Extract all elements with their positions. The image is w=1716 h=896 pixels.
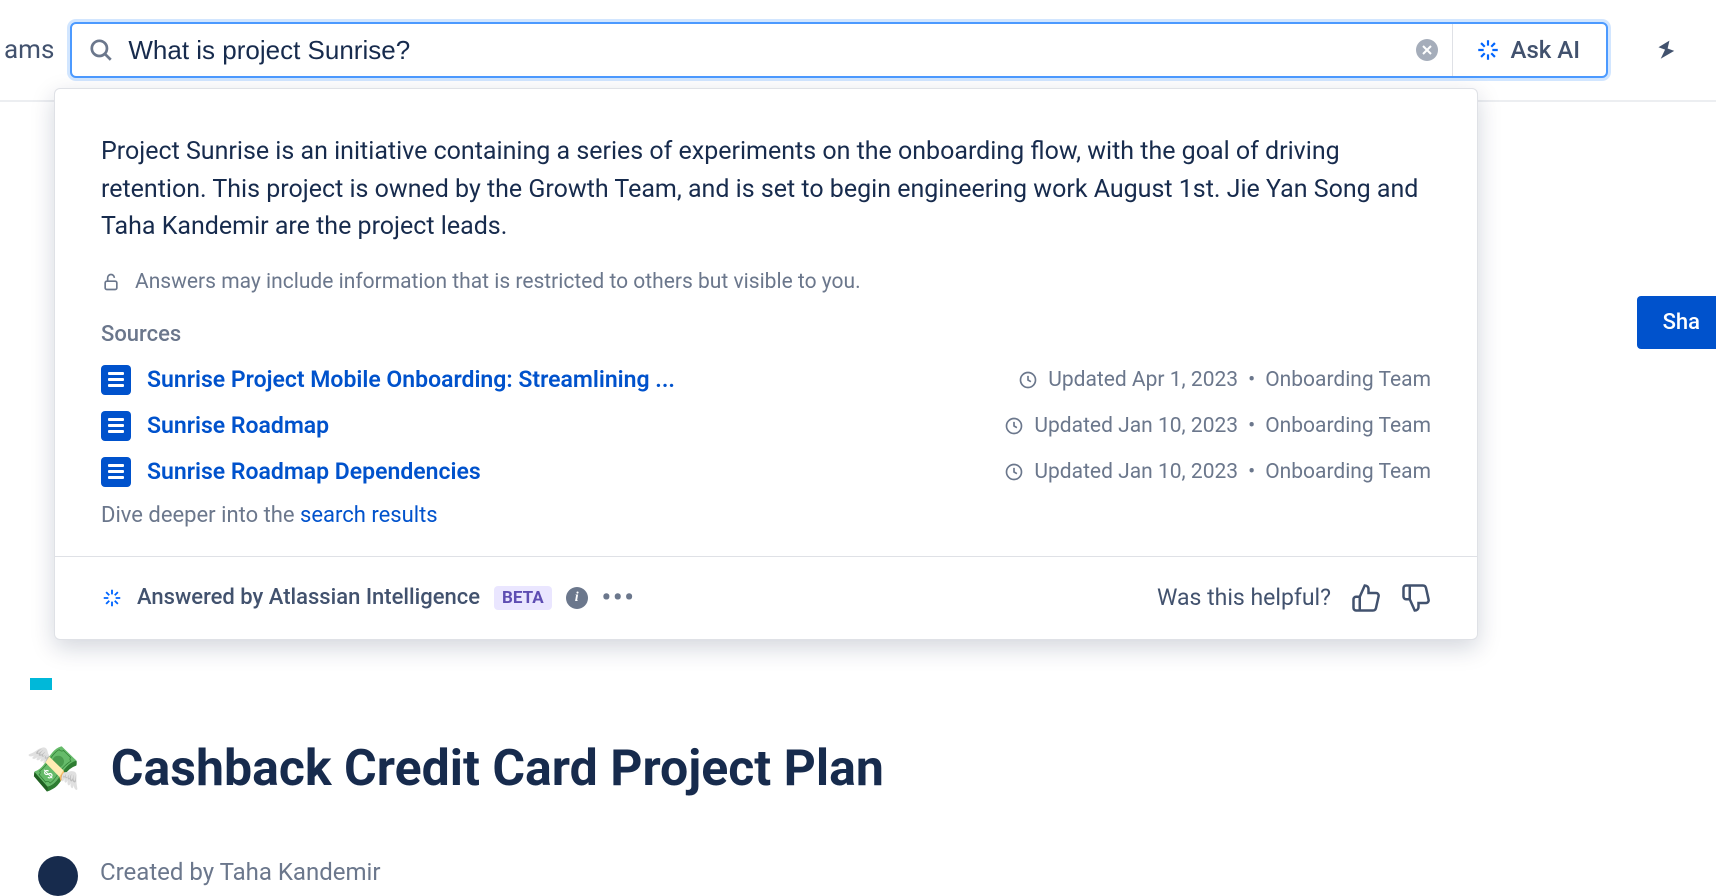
source-meta: Updated Jan 10, 2023•Onboarding Team [1004, 414, 1431, 438]
source-updated: Updated Jan 10, 2023 [1034, 460, 1238, 484]
restricted-notice: Answers may include information that is … [135, 270, 861, 294]
clock-icon [1018, 370, 1038, 390]
search-input[interactable] [114, 35, 1401, 66]
thumbs-up-button[interactable] [1351, 583, 1381, 613]
search-results-link[interactable]: search results [300, 503, 438, 528]
source-space: Onboarding Team [1265, 368, 1431, 392]
document-icon [101, 411, 131, 441]
ai-sparkle-icon [101, 587, 123, 609]
source-title-link[interactable]: Sunrise Roadmap Dependencies [147, 458, 481, 485]
beta-badge: BETA [494, 586, 552, 610]
source-title-link[interactable]: Sunrise Project Mobile Onboarding: Strea… [147, 366, 675, 393]
document-icon [101, 457, 131, 487]
search-bar[interactable]: Ask AI [70, 22, 1608, 78]
money-emoji-icon: 💸 [26, 743, 81, 795]
clock-icon [1004, 462, 1024, 482]
thumbs-down-button[interactable] [1401, 583, 1431, 613]
source-meta: Updated Jan 10, 2023•Onboarding Team [1004, 460, 1431, 484]
clock-icon [1004, 416, 1024, 436]
ask-ai-button[interactable]: Ask AI [1452, 24, 1602, 76]
source-meta: Updated Apr 1, 2023•Onboarding Team [1018, 368, 1431, 392]
source-row[interactable]: Sunrise Roadmap Dependencies Updated Jan … [101, 457, 1431, 487]
nav-item-fragment[interactable]: ams [0, 35, 64, 65]
answered-by-label: Answered by Atlassian Intelligence [137, 585, 480, 610]
source-space: Onboarding Team [1265, 414, 1431, 438]
document-icon [101, 365, 131, 395]
ask-ai-label: Ask AI [1511, 36, 1580, 64]
more-actions-button[interactable]: ••• [602, 583, 636, 613]
source-row[interactable]: Sunrise Roadmap Updated Jan 10, 2023•Onbo… [101, 411, 1431, 441]
ai-answer-panel: Project Sunrise is an initiative contain… [54, 88, 1478, 640]
source-updated: Updated Jan 10, 2023 [1034, 414, 1238, 438]
source-updated: Updated Apr 1, 2023 [1048, 368, 1238, 392]
ai-sparkle-icon [1475, 37, 1501, 63]
helpful-prompt: Was this helpful? [1157, 584, 1331, 611]
clear-search-button[interactable] [1416, 39, 1438, 61]
dive-deeper-row: Dive deeper into the search results [101, 503, 1431, 528]
ai-answer-footer: Answered by Atlassian Intelligence BETA … [55, 556, 1477, 639]
source-title-link[interactable]: Sunrise Roadmap [147, 412, 329, 439]
author-avatar[interactable] [38, 856, 78, 896]
search-icon [88, 37, 114, 63]
ai-answer-text: Project Sunrise is an initiative contain… [101, 133, 1431, 246]
info-icon[interactable]: i [566, 587, 588, 609]
page-byline: Created by Taha Kandemir [100, 858, 381, 886]
notification-bell-icon[interactable] [1654, 38, 1678, 62]
top-navigation: ams Ask AI [0, 0, 1716, 102]
sources-heading: Sources [101, 322, 1431, 347]
source-space: Onboarding Team [1265, 460, 1431, 484]
unlock-icon [101, 272, 121, 292]
page-title: Cashback Credit Card Project Plan [111, 740, 884, 798]
source-row[interactable]: Sunrise Project Mobile Onboarding: Strea… [101, 365, 1431, 395]
share-button[interactable]: Sha [1637, 296, 1716, 349]
progress-fragment [30, 678, 52, 690]
